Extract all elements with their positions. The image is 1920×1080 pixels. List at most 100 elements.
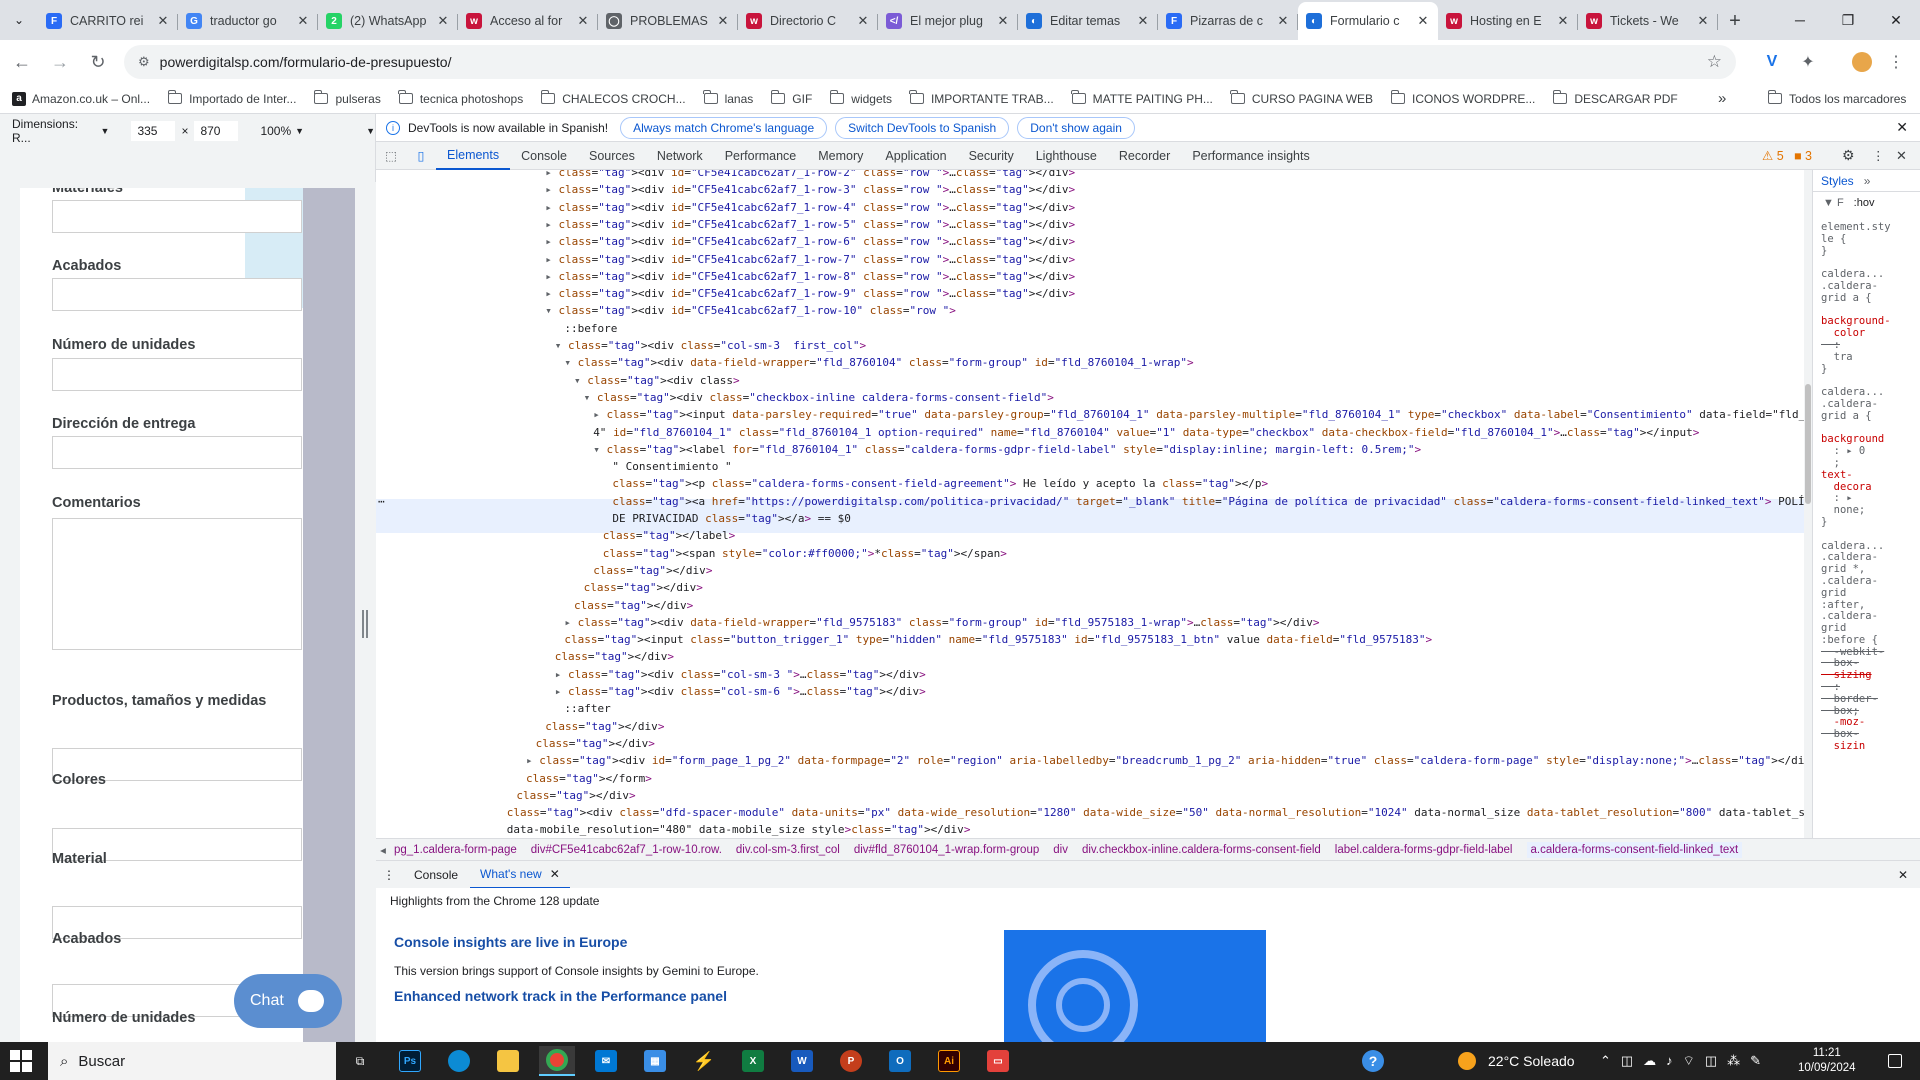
- expand-triangle-icon[interactable]: ▾: [584, 391, 597, 404]
- dom-line[interactable]: class="tag"><a href="https://powerdigita…: [612, 493, 1808, 510]
- expand-triangle-icon[interactable]: ▸: [545, 201, 558, 214]
- devtools-tab-elements[interactable]: Elements: [436, 142, 511, 170]
- dom-line[interactable]: data-mobile_resolution="480" data-mobile…: [507, 821, 971, 838]
- chevron-left-icon[interactable]: ◂: [376, 843, 390, 857]
- minimize-button[interactable]: ─: [1776, 0, 1824, 40]
- expand-triangle-icon[interactable]: ▸: [545, 183, 558, 196]
- close-drawer-icon[interactable]: ✕: [1898, 868, 1908, 882]
- tab-close-icon[interactable]: ✕: [1136, 13, 1150, 29]
- device-more-icon[interactable]: ▼: [366, 126, 375, 136]
- all-bookmarks-button[interactable]: Todos los marcadores: [1767, 90, 1906, 106]
- illustrator-app[interactable]: Ai: [931, 1046, 967, 1076]
- dom-line[interactable]: ▾ class="tag"><div data-field-wrapper="f…: [564, 354, 1193, 371]
- expand-triangle-icon[interactable]: ▾: [545, 304, 558, 317]
- system-tray-icons[interactable]: ⌃◫☁♪⌔◫⁂✎: [1600, 1042, 1771, 1080]
- dom-line[interactable]: ▸ class="tag"><div id="CF5e41cabc62af7_1…: [545, 251, 1075, 268]
- expand-triangle-icon[interactable]: ▸: [555, 685, 568, 698]
- whats-new-heading-2[interactable]: Enhanced network track in the Performanc…: [394, 988, 727, 1004]
- weather-widget[interactable]: 22°C Soleado: [1458, 1042, 1575, 1080]
- extension-v-icon[interactable]: V: [1756, 46, 1788, 78]
- chrome-menu-icon[interactable]: ⋮: [1880, 46, 1912, 78]
- devtools-tab-lighthouse[interactable]: Lighthouse: [1025, 142, 1108, 170]
- breadcrumb-item[interactable]: div.col-sm-3.first_col: [736, 844, 840, 856]
- bookmark-item[interactable]: pulseras: [313, 90, 381, 106]
- whats-new-heading-1[interactable]: Console insights are live in Europe: [394, 934, 627, 950]
- breadcrumb-item[interactable]: div#fld_8760104_1-wrap.form-group: [854, 844, 1039, 856]
- dom-line[interactable]: ▸ class="tag"><div id="CF5e41cabc62af7_1…: [545, 233, 1075, 250]
- dom-line[interactable]: ▸ class="tag"><div class="col-sm-3 ">…cl…: [555, 666, 926, 683]
- styles-tab[interactable]: Styles: [1821, 174, 1854, 188]
- dom-line[interactable]: ::after: [564, 700, 610, 717]
- profile-avatar[interactable]: [1846, 46, 1878, 78]
- chrome-app[interactable]: [539, 1046, 575, 1076]
- devtools-tab-network[interactable]: Network: [646, 142, 714, 170]
- address-bar[interactable]: ⚙ powerdigitalsp.com/formulario-de-presu…: [124, 45, 1736, 79]
- tab-close-icon[interactable]: ✕: [1416, 13, 1430, 29]
- dom-line[interactable]: class="tag"></div>: [555, 648, 674, 665]
- dom-line[interactable]: class="tag"><div class="dfd-spacer-modul…: [507, 804, 1808, 821]
- edge-app[interactable]: [441, 1046, 477, 1076]
- dimensions-select[interactable]: Dimensions: R...: [12, 117, 97, 145]
- browser-tab[interactable]: w Tickets - We ✕: [1578, 4, 1718, 38]
- devtools-menu-icon[interactable]: ⋮: [1872, 148, 1885, 163]
- dom-line[interactable]: ▸ class="tag"><div id="CF5e41cabc62af7_1…: [545, 216, 1075, 233]
- close-icon[interactable]: ✕: [550, 867, 560, 881]
- dom-line[interactable]: ▾ class="tag"><div class>: [574, 372, 740, 389]
- dom-line[interactable]: class="tag"></div>: [536, 735, 655, 752]
- dont-show-again-button[interactable]: Don't show again: [1017, 116, 1135, 139]
- bookmark-item[interactable]: a Amazon.co.uk – Onl...: [12, 91, 150, 106]
- expand-triangle-icon[interactable]: ▸: [593, 408, 606, 421]
- form-field-input[interactable]: [52, 436, 302, 469]
- breadcrumb-item[interactable]: div#CF5e41cabc62af7_1-row-10.row.: [531, 844, 722, 856]
- dom-line[interactable]: class="tag"><p class="caldera-forms-cons…: [612, 475, 1268, 492]
- drawer-tab-console[interactable]: Console: [402, 868, 470, 882]
- dom-line[interactable]: class="tag"></div>: [593, 562, 712, 579]
- tab-close-icon[interactable]: ✕: [716, 13, 730, 29]
- errors-badge[interactable]: ■ 3: [1794, 149, 1812, 163]
- expand-triangle-icon[interactable]: ▾: [574, 374, 587, 387]
- bookmark-item[interactable]: ICONOS WORDPRE...: [1390, 90, 1535, 106]
- forward-button[interactable]: →: [44, 46, 76, 78]
- dom-line[interactable]: class="tag"></div>: [574, 597, 693, 614]
- task-view-button[interactable]: ⧉: [342, 1046, 378, 1076]
- expand-triangle-icon[interactable]: ▸: [545, 253, 558, 266]
- browser-tab[interactable]: w Directorio C ✕: [738, 4, 878, 38]
- excel-app[interactable]: X: [735, 1046, 771, 1076]
- dom-line[interactable]: ▸ class="tag"><div id="CF5e41cabc62af7_1…: [545, 181, 1075, 198]
- browser-tab[interactable]: ◐ Formulario c ✕: [1298, 2, 1438, 40]
- expand-triangle-icon[interactable]: ▾: [555, 339, 568, 352]
- dom-line[interactable]: ▸ class="tag"><div id="CF5e41cabc62af7_1…: [545, 170, 1075, 181]
- expand-triangle-icon[interactable]: ▸: [545, 218, 558, 231]
- dom-line[interactable]: 4" id="fld_8760104_1" class="fld_8760104…: [593, 424, 1699, 441]
- elements-dom-tree[interactable]: ▸ class="tag"><div id="CF5e41cabc62af7_1…: [376, 170, 1808, 838]
- dom-line[interactable]: ▾ class="tag"><div class="checkbox-inlin…: [584, 389, 1054, 406]
- new-tab-button[interactable]: +: [1718, 4, 1752, 38]
- restore-button[interactable]: ❐: [1824, 0, 1872, 40]
- mail-app[interactable]: ✉: [588, 1046, 624, 1076]
- store-app[interactable]: ▦: [637, 1046, 673, 1076]
- browser-tab[interactable]: F Pizarras de c ✕: [1158, 4, 1298, 38]
- close-icon[interactable]: ✕: [1896, 119, 1908, 136]
- start-button[interactable]: [10, 1050, 32, 1072]
- dom-line[interactable]: ▸ class="tag"><div id="CF5e41cabc62af7_1…: [545, 285, 1075, 302]
- taskbar-search-box[interactable]: ⌕ Buscar: [48, 1042, 336, 1080]
- expand-triangle-icon[interactable]: ▾: [593, 443, 606, 456]
- bookmark-item[interactable]: tecnica photoshops: [398, 90, 523, 106]
- expand-triangle-icon[interactable]: ▸: [545, 235, 558, 248]
- back-button[interactable]: ←: [6, 46, 38, 78]
- form-field-input[interactable]: [52, 518, 302, 650]
- warnings-badge[interactable]: ⚠ 5: [1762, 148, 1784, 163]
- bookmark-item[interactable]: GIF: [770, 90, 812, 106]
- expand-triangle-icon[interactable]: ▸: [555, 668, 568, 681]
- match-language-button[interactable]: Always match Chrome's language: [620, 116, 828, 139]
- elements-scrollbar[interactable]: [1804, 170, 1812, 838]
- dom-line[interactable]: class="tag"><input class="button_trigger…: [564, 631, 1432, 648]
- file-explorer-app[interactable]: [490, 1046, 526, 1076]
- dom-line[interactable]: " Consentimiento ": [612, 458, 731, 475]
- browser-tab[interactable]: F CARRITO rei ✕: [38, 4, 178, 38]
- dom-line[interactable]: ▾ class="tag"><div class="col-sm-3 first…: [555, 337, 866, 354]
- bookmark-item[interactable]: CHALECOS CROCH...: [540, 90, 686, 106]
- tab-close-icon[interactable]: ✕: [1276, 13, 1290, 29]
- dom-line[interactable]: ▸ class="tag"><input data-parsley-requir…: [593, 406, 1808, 423]
- drawer-menu-icon[interactable]: ⋮: [376, 868, 402, 882]
